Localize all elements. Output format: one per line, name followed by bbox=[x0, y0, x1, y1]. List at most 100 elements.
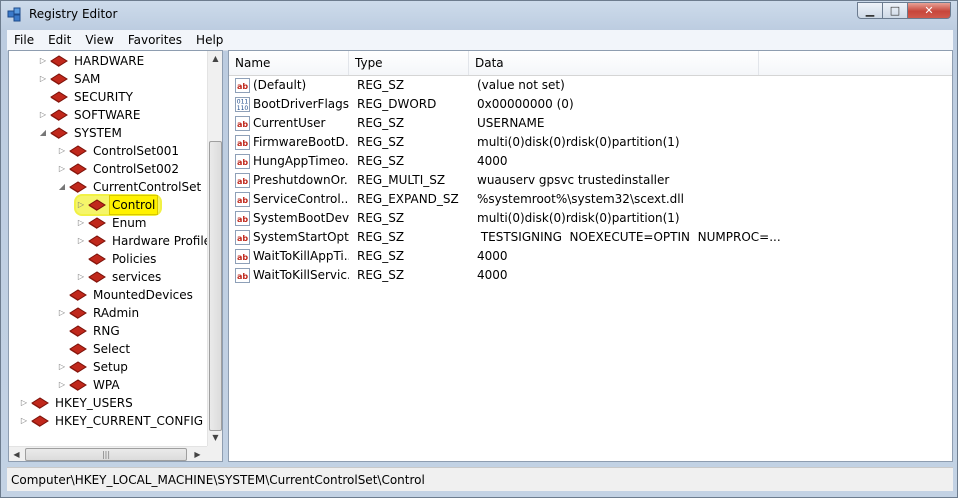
maximize-button[interactable]: □ bbox=[882, 2, 908, 19]
value-name: PreshutdownOr... bbox=[253, 173, 349, 187]
registry-editor-window: Registry Editor ▁ □ ✕ File Edit View Fav… bbox=[0, 0, 958, 498]
column-header-data[interactable]: Data bbox=[469, 51, 759, 75]
registry-key-folder-icon bbox=[50, 127, 68, 139]
tree-node-label: SAM bbox=[74, 72, 101, 86]
tree-vertical-scrollbar[interactable]: ▲ ▼ bbox=[207, 51, 222, 446]
menu-file[interactable]: File bbox=[7, 30, 41, 50]
tree-node[interactable]: ▷ Hardware Profiles bbox=[76, 232, 207, 250]
expand-arrow-icon[interactable]: ▷ bbox=[19, 394, 29, 412]
expand-arrow-icon[interactable]: ▷ bbox=[57, 142, 67, 160]
column-header-type[interactable]: Type bbox=[349, 51, 469, 75]
tree-horizontal-scroll-thumb[interactable]: ||| bbox=[25, 448, 187, 461]
tree-node[interactable]: ◢ SYSTEM bbox=[38, 124, 124, 142]
tree-node[interactable]: ▷ SOFTWARE bbox=[38, 106, 142, 124]
tree-node-label: SYSTEM bbox=[74, 126, 122, 140]
expand-arrow-icon[interactable]: ◢ bbox=[38, 124, 48, 142]
svg-text:ab: ab bbox=[237, 82, 248, 91]
expand-arrow-icon[interactable]: ▷ bbox=[38, 70, 48, 88]
close-icon: ✕ bbox=[924, 4, 934, 17]
value-row[interactable]: ab ServiceControl... REG_EXPAND_SZ %systemr… bbox=[229, 190, 952, 209]
value-row[interactable]: ab HungAppTimeo... REG_SZ 4000 bbox=[229, 152, 952, 171]
scroll-down-arrow-icon[interactable]: ▼ bbox=[208, 430, 222, 446]
value-row[interactable]: ab CurrentUser REG_SZ USERNAME bbox=[229, 114, 952, 133]
tree-node[interactable]: ▷ Enum bbox=[76, 214, 148, 232]
menu-edit[interactable]: Edit bbox=[41, 30, 78, 50]
tree-horizontal-scrollbar[interactable]: ◀ ||| ▶ bbox=[9, 446, 207, 461]
expand-arrow-icon[interactable]: ▷ bbox=[57, 358, 67, 376]
expand-arrow-icon[interactable]: ▷ bbox=[57, 160, 67, 178]
expand-arrow-icon[interactable]: ▷ bbox=[57, 304, 67, 322]
tree-node-label: SOFTWARE bbox=[74, 108, 141, 122]
tree-node[interactable]: ▷ services bbox=[76, 268, 163, 286]
tree-node[interactable]: ▷ Control bbox=[76, 195, 161, 215]
value-data: multi(0)disk(0)rdisk(0)partition(1) bbox=[477, 135, 680, 149]
status-bar: Computer\HKEY_LOCAL_MACHINE\SYSTEM\Curre… bbox=[7, 467, 953, 491]
string-value-icon: ab bbox=[235, 192, 250, 207]
expand-arrow-icon[interactable]: ▷ bbox=[76, 196, 86, 214]
tree-node[interactable]: ▷ SAM bbox=[38, 70, 102, 88]
expand-arrow-icon[interactable]: ▷ bbox=[19, 412, 29, 430]
tree-node[interactable]: ▷ HARDWARE bbox=[38, 52, 146, 70]
expand-arrow-icon[interactable]: ▷ bbox=[76, 268, 86, 286]
binary-value-icon: 011110 bbox=[235, 97, 250, 112]
svg-text:ab: ab bbox=[237, 215, 248, 224]
value-row[interactable]: ab SystemStartOpti... REG_SZ TESTSIGNING N… bbox=[229, 228, 952, 247]
tree-node[interactable]: ▷ ControlSet001 bbox=[57, 142, 181, 160]
tree-node[interactable]: ◢ CurrentControlSet bbox=[57, 178, 203, 196]
value-row[interactable]: ab PreshutdownOr... REG_MULTI_SZ wuauserv g… bbox=[229, 171, 952, 190]
string-value-icon: ab bbox=[235, 154, 250, 169]
tree-node[interactable]: ▷ Setup bbox=[57, 358, 130, 376]
tree-node[interactable]: SECURITY bbox=[38, 88, 135, 106]
menu-view[interactable]: View bbox=[78, 30, 120, 50]
menu-favorites[interactable]: Favorites bbox=[121, 30, 189, 50]
tree-node[interactable]: ▷ RAdmin bbox=[57, 304, 141, 322]
expand-arrow-icon[interactable]: ▷ bbox=[76, 214, 86, 232]
values-list-pane[interactable]: Name Type Data ab (Default) REG_SZ (value n… bbox=[228, 50, 953, 462]
string-value-icon: ab bbox=[235, 230, 250, 245]
tree-node[interactable]: ▷ HKEY_CURRENT_CONFIG bbox=[19, 412, 205, 430]
scroll-left-arrow-icon[interactable]: ◀ bbox=[9, 447, 24, 461]
window-title: Registry Editor bbox=[29, 7, 118, 21]
registry-key-folder-icon bbox=[50, 55, 68, 67]
menu-help[interactable]: Help bbox=[189, 30, 230, 50]
registry-key-folder-icon bbox=[31, 397, 49, 409]
tree-node-label: Enum bbox=[112, 216, 147, 230]
tree-node-label: services bbox=[112, 270, 162, 284]
value-row[interactable]: ab FirmwareBootD... REG_SZ multi(0)disk(0)r… bbox=[229, 133, 952, 152]
tree-node[interactable]: RNG bbox=[57, 322, 122, 340]
tree-node[interactable]: MountedDevices bbox=[57, 286, 195, 304]
scroll-up-arrow-icon[interactable]: ▲ bbox=[208, 51, 222, 67]
expand-arrow-icon[interactable]: ▷ bbox=[57, 376, 67, 394]
scroll-right-arrow-icon[interactable]: ▶ bbox=[190, 447, 205, 461]
value-data: wuauserv gpsvc trustedinstaller bbox=[477, 173, 670, 187]
tree-vertical-scroll-thumb[interactable] bbox=[209, 141, 222, 431]
value-name: SystemStartOpti... bbox=[253, 230, 349, 244]
tree-node[interactable]: Select bbox=[57, 340, 132, 358]
tree-node[interactable]: Policies bbox=[76, 250, 158, 268]
value-name: CurrentUser bbox=[253, 116, 326, 130]
expand-arrow-icon[interactable]: ▷ bbox=[38, 52, 48, 70]
value-type: REG_DWORD bbox=[357, 97, 437, 111]
tree-node[interactable]: ▷ HKEY_USERS bbox=[19, 394, 135, 412]
minimize-button[interactable]: ▁ bbox=[857, 2, 883, 19]
expand-arrow-icon[interactable]: ▷ bbox=[38, 106, 48, 124]
string-value-icon: ab bbox=[235, 268, 250, 283]
value-row[interactable]: 011 110 BootDriverFlags REG_DWORD 0x00000000… bbox=[229, 95, 952, 114]
tree-node[interactable]: ▷ ControlSet002 bbox=[57, 160, 181, 178]
column-header-name[interactable]: Name bbox=[229, 51, 349, 75]
expand-arrow-icon[interactable]: ▷ bbox=[76, 232, 86, 250]
tree-node-label: HKEY_CURRENT_CONFIG bbox=[55, 414, 204, 428]
tree-node-label: ControlSet001 bbox=[93, 144, 179, 158]
registry-tree-pane[interactable]: ▷ HARDWARE ▷ SAM SECURITY ▷ SOFTWARE ◢ SYSTEM ▷ Co… bbox=[8, 50, 223, 462]
tree-node[interactable]: ▷ WPA bbox=[57, 376, 122, 394]
expand-arrow-icon[interactable]: ◢ bbox=[57, 178, 67, 196]
title-bar[interactable]: Registry Editor ▁ □ ✕ bbox=[1, 1, 957, 29]
value-data: 4000 bbox=[477, 154, 508, 168]
value-row[interactable]: ab WaitToKillAppTi... REG_SZ 4000 bbox=[229, 247, 952, 266]
close-button[interactable]: ✕ bbox=[907, 2, 951, 19]
value-row[interactable]: ab WaitToKillServic... REG_SZ 4000 bbox=[229, 266, 952, 285]
value-type: REG_MULTI_SZ bbox=[357, 173, 446, 187]
value-row[interactable]: ab SystemBootDevi... REG_SZ multi(0)disk(0)… bbox=[229, 209, 952, 228]
svg-text:ab: ab bbox=[237, 120, 248, 129]
value-row[interactable]: ab (Default) REG_SZ (value not set) bbox=[229, 76, 952, 95]
